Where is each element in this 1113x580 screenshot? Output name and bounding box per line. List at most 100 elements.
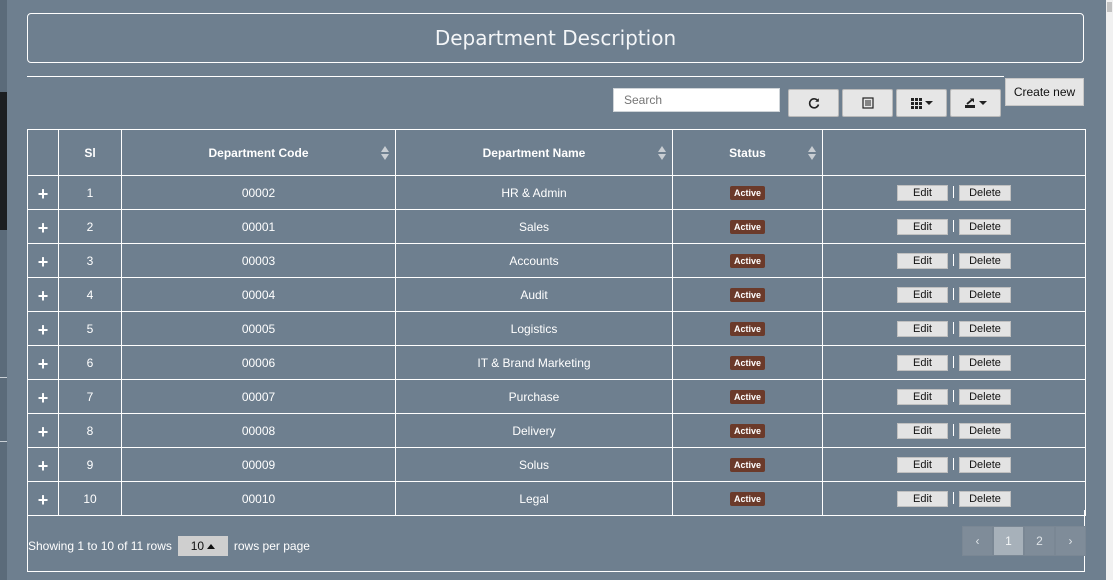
code-cell: 00002 — [121, 175, 396, 210]
columns-dropdown-button[interactable] — [896, 89, 947, 117]
status-badge: Active — [729, 220, 765, 234]
main-content: Department Description Create ne — [7, 0, 1106, 580]
chevron-down-icon — [979, 101, 987, 105]
name-cell: Legal — [395, 481, 673, 516]
edit-button[interactable]: Edit — [897, 354, 948, 371]
delete-button[interactable]: Delete — [959, 354, 1011, 371]
delete-button[interactable]: Delete — [959, 490, 1011, 507]
sl-column-header[interactable]: Sl — [58, 129, 122, 176]
sl-cell: 10 — [58, 481, 122, 516]
status-cell: Active — [672, 481, 823, 516]
rows-per-page-label: rows per page — [233, 539, 310, 553]
status-cell: Active — [672, 243, 823, 278]
edit-button[interactable]: Edit — [897, 456, 948, 473]
code-cell: 00006 — [121, 345, 396, 380]
sl-cell: 1 — [58, 175, 122, 210]
edit-button[interactable]: Edit — [897, 252, 948, 269]
create-new-button[interactable]: Create new — [1005, 78, 1084, 106]
code-cell: 00004 — [121, 277, 396, 312]
expand-row-button[interactable]: + — [27, 379, 59, 414]
expand-row-button[interactable]: + — [27, 345, 59, 380]
delete-button[interactable]: Delete — [959, 184, 1011, 201]
expand-row-button[interactable]: + — [27, 277, 59, 312]
status-cell: Active — [672, 175, 823, 210]
actions-cell: Edit Delete — [822, 243, 1086, 278]
status-cell: Active — [672, 345, 823, 380]
prev-page-button[interactable]: ‹ — [962, 526, 993, 556]
list-icon — [861, 97, 874, 109]
pagination: ‹ 1 2 › — [962, 526, 1086, 556]
expand-row-button[interactable]: + — [27, 311, 59, 346]
edit-button[interactable]: Edit — [897, 388, 948, 405]
code-cell: 00005 — [121, 311, 396, 346]
actions-cell: Edit Delete — [822, 413, 1086, 448]
actions-cell: Edit Delete — [822, 175, 1086, 210]
actions-cell: Edit Delete — [822, 277, 1086, 312]
edit-button[interactable]: Edit — [897, 422, 948, 439]
delete-button[interactable]: Delete — [959, 388, 1011, 405]
name-column-header[interactable]: Department Name — [395, 129, 673, 176]
table-row: +9 00009 Solus Active Edit Delete — [27, 447, 1086, 482]
status-column-header[interactable]: Status — [672, 129, 823, 176]
table-header-row: Sl Department Code Department Name Statu… — [27, 129, 1086, 176]
expand-row-button[interactable]: + — [27, 243, 59, 278]
page-size-select[interactable]: 10 — [177, 536, 228, 556]
action-separator — [953, 492, 954, 505]
edit-button[interactable]: Edit — [897, 490, 948, 507]
scrollbar-thumb[interactable] — [1107, 2, 1112, 12]
table-row: +5 00005 Logistics Active Edit Delete — [27, 311, 1086, 346]
name-cell: Audit — [395, 277, 673, 312]
page-button-1[interactable]: 1 — [993, 526, 1024, 556]
edit-button[interactable]: Edit — [897, 286, 948, 303]
page-title: Department Description — [27, 13, 1084, 63]
expand-row-button[interactable]: + — [27, 209, 59, 244]
name-cell: HR & Admin — [395, 175, 673, 210]
expand-row-button[interactable]: + — [27, 413, 59, 448]
panel-border — [27, 571, 1085, 572]
expand-column-header — [27, 129, 59, 176]
search-input[interactable] — [613, 88, 780, 112]
next-page-button[interactable]: › — [1055, 526, 1086, 556]
pagination-info: Showing 1 to 10 of 11 rows 10 rows per p… — [28, 536, 310, 556]
page-scrollbar[interactable] — [1106, 0, 1113, 580]
edit-button[interactable]: Edit — [897, 184, 948, 201]
status-cell: Active — [672, 379, 823, 414]
action-separator — [953, 356, 954, 369]
action-separator — [953, 322, 954, 335]
edit-button[interactable]: Edit — [897, 320, 948, 337]
sl-cell: 8 — [58, 413, 122, 448]
export-dropdown-button[interactable] — [950, 89, 1001, 117]
name-cell: Delivery — [395, 413, 673, 448]
status-cell: Active — [672, 311, 823, 346]
code-cell: 00008 — [121, 413, 396, 448]
table-row: +6 00006 IT & Brand Marketing Active Edit Del… — [27, 345, 1086, 380]
actions-cell: Edit Delete — [822, 481, 1086, 516]
table-row: +8 00008 Delivery Active Edit Delete — [27, 413, 1086, 448]
plus-icon: + — [37, 455, 49, 476]
delete-button[interactable]: Delete — [959, 218, 1011, 235]
action-separator — [953, 288, 954, 301]
delete-button[interactable]: Delete — [959, 286, 1011, 303]
plus-icon: + — [37, 421, 49, 442]
delete-button[interactable]: Delete — [959, 422, 1011, 439]
edit-button[interactable]: Edit — [897, 218, 948, 235]
refresh-button[interactable] — [788, 89, 839, 117]
expand-row-button[interactable]: + — [27, 175, 59, 210]
code-cell: 00001 — [121, 209, 396, 244]
delete-button[interactable]: Delete — [959, 456, 1011, 473]
sl-cell: 9 — [58, 447, 122, 482]
sl-cell: 4 — [58, 277, 122, 312]
expand-row-button[interactable]: + — [27, 481, 59, 516]
action-separator — [953, 186, 954, 199]
actions-cell: Edit Delete — [822, 379, 1086, 414]
toggle-view-button[interactable] — [842, 89, 893, 117]
delete-button[interactable]: Delete — [959, 252, 1011, 269]
name-cell: Purchase — [395, 379, 673, 414]
plus-icon: + — [37, 489, 49, 510]
code-column-header[interactable]: Department Code — [121, 129, 396, 176]
page-button-2[interactable]: 2 — [1024, 526, 1055, 556]
delete-button[interactable]: Delete — [959, 320, 1011, 337]
expand-row-button[interactable]: + — [27, 447, 59, 482]
header-divider — [27, 76, 1004, 77]
chevron-down-icon — [924, 101, 933, 105]
